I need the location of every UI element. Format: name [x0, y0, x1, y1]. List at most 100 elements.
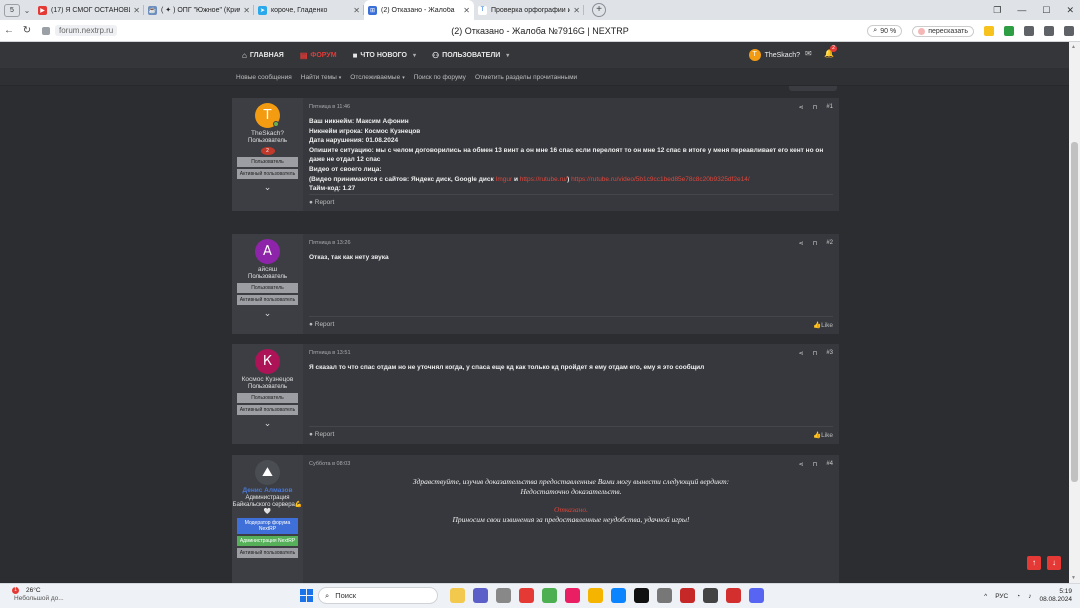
avatar[interactable]: T — [255, 103, 280, 128]
chevron-down-icon[interactable]: ▾ — [413, 52, 416, 59]
post-number[interactable]: #4 — [826, 461, 833, 471]
browser-tab[interactable]: ➤ короче, Гладенко ✕ — [254, 0, 364, 20]
nav-item-users[interactable]: ⚇ ПОЛЬЗОВАТЕЛИ ▾ — [430, 42, 511, 68]
scroll-up-button[interactable]: ↑ — [1027, 556, 1041, 570]
chevron-down-icon[interactable]: ▾ — [506, 52, 509, 59]
author-name[interactable]: TheSkach? — [251, 130, 284, 137]
shield-icon[interactable] — [1004, 26, 1014, 36]
chevron-down-icon[interactable]: ⌄ — [264, 418, 272, 429]
account-menu[interactable]: T TheSkach? — [748, 48, 800, 62]
share-icon[interactable]: ⋖ — [799, 350, 804, 360]
reload-icon[interactable]: ↻ — [18, 25, 36, 36]
sub-nav-item[interactable]: Найти темы ▾ — [301, 74, 342, 81]
report-button[interactable]: ● Report — [309, 321, 334, 329]
nav-item-forum[interactable]: ▤ ФОРУМ — [298, 42, 339, 68]
terminal-icon[interactable] — [703, 588, 718, 603]
scrollbar-thumb[interactable] — [1071, 142, 1078, 482]
yandex-icon[interactable] — [519, 588, 534, 603]
mouse-app-icon[interactable] — [496, 588, 511, 603]
mail-icon[interactable]: ✉ — [805, 49, 812, 58]
chevron-down-icon[interactable]: ⌄ — [264, 308, 272, 319]
close-tab-icon[interactable]: ✕ — [463, 6, 470, 15]
avatar[interactable]: ⛰ — [255, 460, 280, 485]
sub-nav-item[interactable]: Отслеживаемые ▾ — [350, 74, 404, 81]
report-button[interactable]: ● Report — [309, 431, 334, 439]
clock[interactable]: 5:19 08.08.2024 — [1039, 588, 1072, 604]
page-scrollbar[interactable]: ▲ ▼ — [1069, 42, 1080, 583]
report-button[interactable]: ● Report — [309, 199, 334, 206]
close-tab-icon[interactable]: ✕ — [573, 6, 580, 15]
minecraft-icon[interactable] — [542, 588, 557, 603]
browser-tab[interactable]: T Проверка орфографии и ✕ — [474, 0, 584, 20]
teams-icon[interactable] — [473, 588, 488, 603]
browser-tab[interactable]: ⊞ (2) Отказано - Жалоба ✕ — [364, 0, 474, 20]
bell-icon[interactable]: 🔔 2 — [824, 45, 837, 58]
yandex-browser-icon[interactable] — [726, 588, 741, 603]
nav-item-home[interactable]: ⌂ ГЛАВНАЯ — [240, 42, 286, 68]
author-name[interactable]: айсяш — [258, 266, 277, 273]
downloads-icon[interactable] — [1044, 26, 1054, 36]
chevron-up-icon[interactable]: ^ — [984, 593, 987, 600]
scroll-arrow-up-icon[interactable]: ▲ — [1071, 44, 1076, 50]
close-tab-icon[interactable]: ✕ — [353, 6, 360, 15]
summarize-button[interactable]: пересказать — [912, 25, 974, 37]
tool-app-icon[interactable] — [657, 588, 672, 603]
avatar[interactable]: А — [255, 239, 280, 264]
notes-app-icon[interactable] — [680, 588, 695, 603]
extension-icon[interactable] — [1024, 26, 1034, 36]
zoom-button[interactable]: ⌕ 90 % — [867, 25, 903, 37]
author-name[interactable]: Космос Кузнецов — [242, 376, 294, 383]
post-number[interactable]: #2 — [826, 240, 833, 250]
windows-start-icon[interactable] — [300, 589, 313, 602]
share-icon[interactable]: ⋖ — [799, 104, 804, 114]
post-number[interactable]: #3 — [826, 350, 833, 360]
maximize-icon[interactable]: ☐ — [1042, 5, 1050, 16]
tab-count-button[interactable]: 5 — [4, 3, 20, 17]
link-imgur[interactable]: Imgur — [496, 176, 513, 183]
scroll-down-button[interactable]: ↓ — [1047, 556, 1061, 570]
favorites-icon[interactable] — [1064, 26, 1074, 36]
new-tab-button[interactable]: + — [592, 3, 606, 17]
like-button[interactable]: 👍Like — [813, 321, 833, 329]
language-indicator[interactable]: РУС — [995, 593, 1008, 600]
chrome-icon[interactable] — [565, 588, 580, 603]
sub-nav-item[interactable]: Новые сообщения — [236, 74, 292, 81]
file-explorer-icon[interactable] — [450, 588, 465, 603]
scroll-arrow-down-icon[interactable]: ▼ — [1071, 575, 1076, 581]
url-field[interactable]: forum.nextrp.ru — [42, 24, 118, 38]
tab-list-chevron-icon[interactable]: ⌄ — [20, 6, 34, 15]
nav-item-news[interactable]: ■ ЧТО НОВОГО ▾ — [351, 42, 418, 68]
edge-icon[interactable] — [611, 588, 626, 603]
folder-icon[interactable] — [588, 588, 603, 603]
discord-icon[interactable] — [749, 588, 764, 603]
browser-tab[interactable]: ▶ (17) Я СМОГ ОСТАНОВИ ✕ — [34, 0, 144, 20]
avatar[interactable]: К — [255, 349, 280, 374]
volume-icon[interactable]: ♪ — [1028, 593, 1031, 600]
back-icon[interactable]: ← — [0, 25, 18, 36]
sub-nav-item[interactable]: Отметить разделы прочитанными — [475, 74, 577, 81]
post-time[interactable]: Пятница в 13:26 — [309, 240, 351, 250]
bookmark-icon[interactable] — [984, 26, 994, 36]
bookmark-icon[interactable]: ⊓ — [813, 240, 818, 250]
wifi-icon[interactable]: ◔ — [1016, 593, 1020, 600]
close-tab-icon[interactable]: ✕ — [243, 6, 250, 15]
browser-tab[interactable]: ☕ ( ✦ ) ОПГ "Южное" (Крим ✕ — [144, 0, 254, 20]
close-window-icon[interactable]: ✕ — [1066, 5, 1074, 16]
bookmark-icon[interactable]: ⊓ — [813, 461, 818, 471]
post-time[interactable]: Пятница в 13:51 — [309, 350, 351, 360]
chevron-down-icon[interactable]: ⌄ — [264, 182, 272, 193]
share-icon[interactable]: ⋖ — [799, 461, 804, 471]
game-launcher-icon[interactable] — [634, 588, 649, 603]
taskbar-search[interactable]: ⌕ Поиск — [318, 587, 438, 604]
link-rutube[interactable]: https://rutube.ru/ — [520, 176, 567, 183]
share-icon[interactable]: ⋖ — [799, 240, 804, 250]
restore-icon[interactable]: ❐ — [993, 5, 1001, 16]
sub-nav-item[interactable]: Поиск по форуму — [414, 74, 466, 81]
like-button[interactable]: 👍Like — [813, 431, 833, 439]
author-name[interactable]: Денис Алмазов — [243, 487, 293, 494]
minimize-icon[interactable]: — — [1017, 5, 1026, 15]
post-time[interactable]: Пятница в 11:46 — [309, 104, 350, 114]
close-tab-icon[interactable]: ✕ — [133, 6, 140, 15]
post-time[interactable]: Суббота в 08:03 — [309, 461, 350, 471]
bookmark-icon[interactable]: ⊓ — [813, 350, 818, 360]
